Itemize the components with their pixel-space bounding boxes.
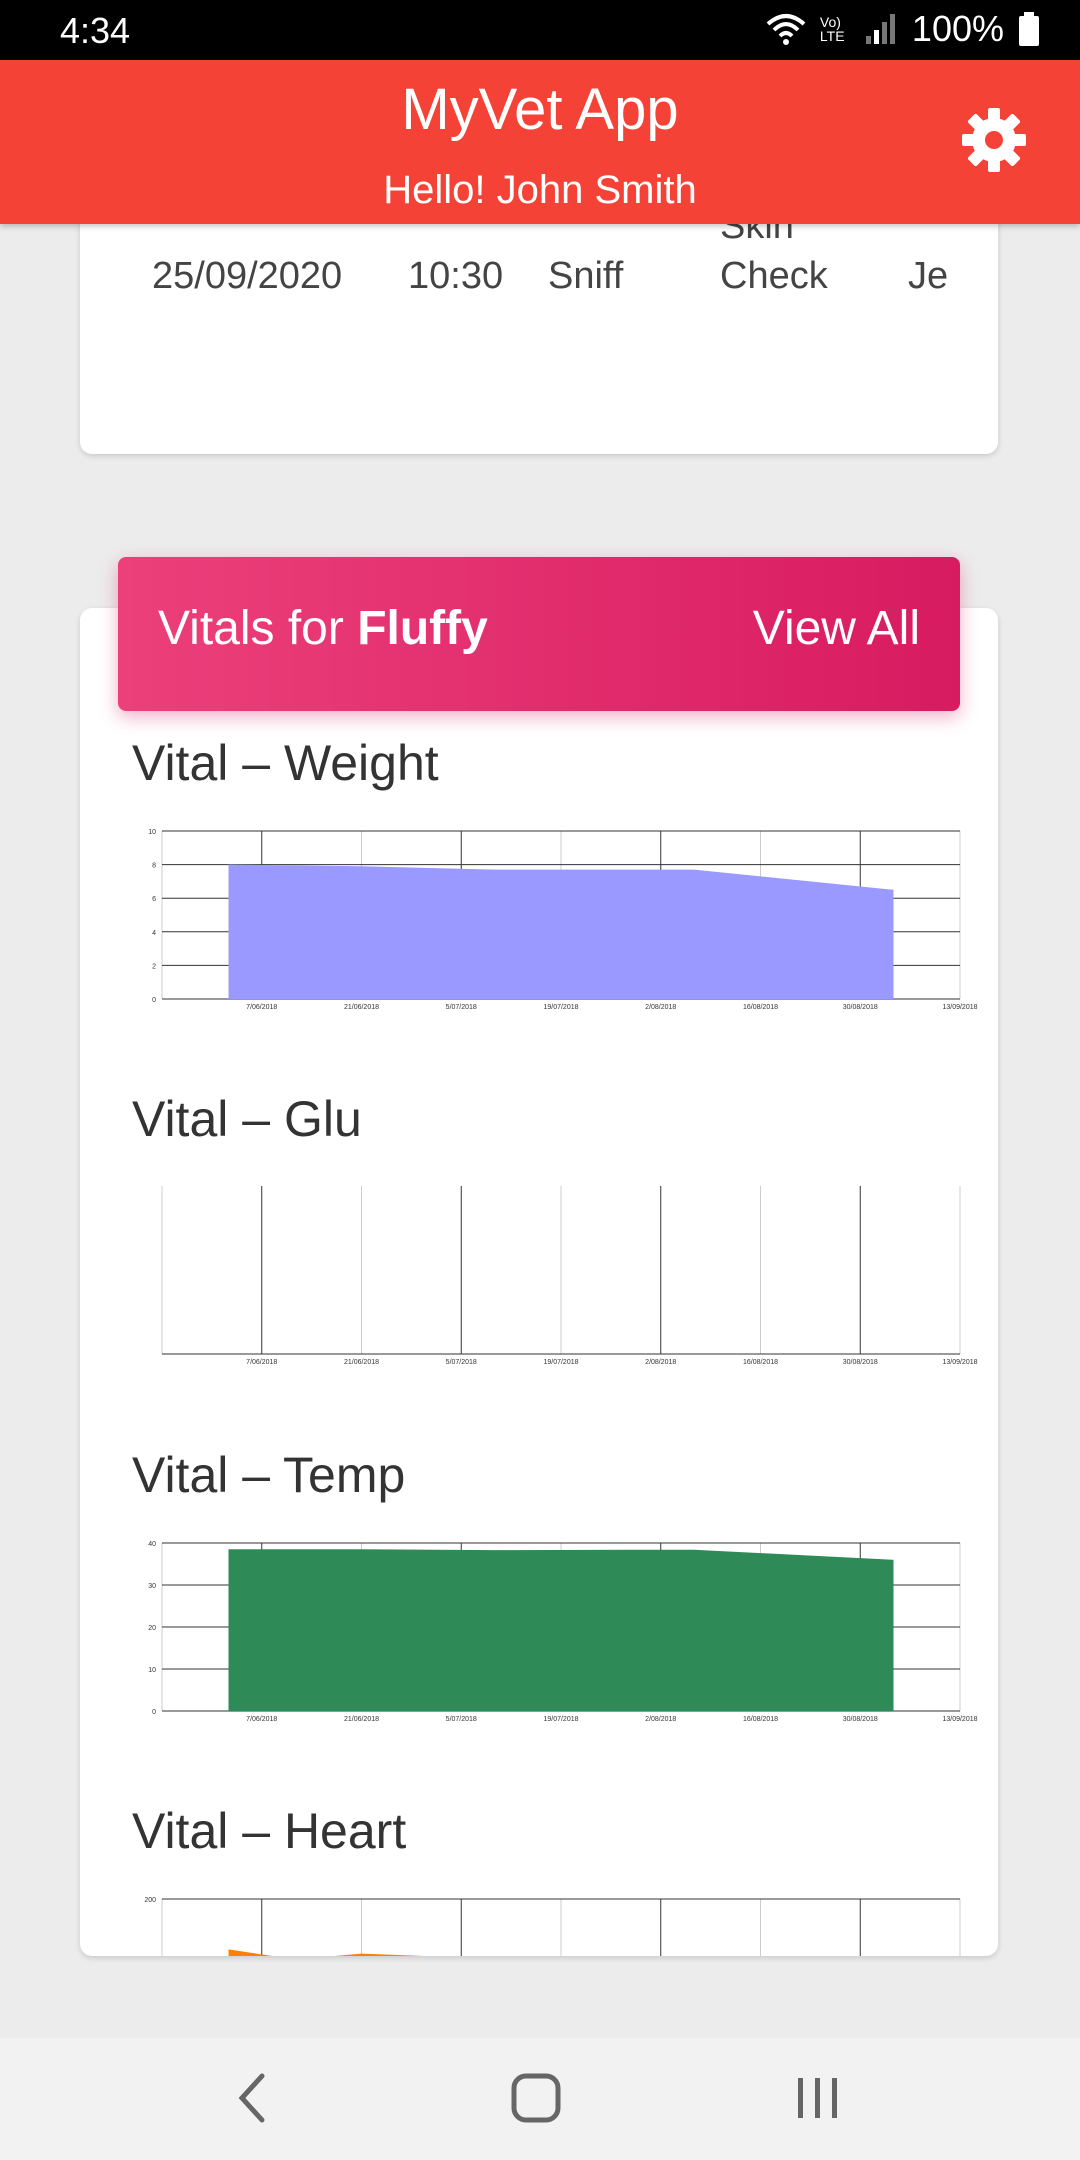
app-header: MyVet App Hello! John Smith [0,60,1080,224]
y-tick-label: 0 [152,997,156,1004]
greeting-text: Hello! John Smith [383,168,697,212]
x-tick-label: 30/08/2018 [843,1716,878,1723]
x-tick-label: 21/06/2018 [344,1004,379,1011]
back-icon[interactable] [224,2068,284,2128]
status-time: 4:34 [60,10,131,51]
battery-percent: 100% [911,8,1004,49]
vital-label: Vital – Heart [132,1803,407,1859]
x-tick-label: 13/09/2018 [942,1716,977,1723]
y-tick-label: 10 [148,1667,156,1674]
x-tick-label: 7/06/2018 [246,1716,277,1723]
x-tick-label: 30/08/2018 [843,1359,878,1366]
recent-apps-icon[interactable] [788,2068,848,2128]
view-all-button[interactable]: View All [753,601,920,656]
weight-chart: 0 2 4 6 8 10 7/06/2018 21/06/2018 5/07/2018 19/07… [148,829,977,1011]
heart-chart: 1002007/06/201821/06/20185/07/201819/07/… [144,1897,961,1956]
x-tick-label: 5/07/2018 [446,1359,477,1366]
vital-label: Vital – Glu [132,1091,362,1147]
vitals-title: Vitals for Fluffy [158,601,488,656]
chart-grid [161,1898,961,1956]
x-tick-label: 5/07/2018 [446,1716,477,1723]
x-tick-label: 16/08/2018 [743,1004,778,1011]
navigation-bar [0,2038,1080,2160]
status-bar: 4:34 Vo) LTE 100% [0,0,1080,60]
x-tick-label: 30/08/2018 [843,1004,878,1011]
series-area [228,864,894,999]
x-tick-label: 13/09/2018 [942,1004,977,1011]
vitals-header: Vitals for Fluffy View All [118,557,960,711]
temp-chart: 0 10 20 30 40 7/06/2018 21/06/2018 5/07/2018 19/… [148,1541,977,1723]
x-tick-label: 7/06/2018 [246,1004,277,1011]
y-tick-label: 8 [152,863,156,870]
x-tick-label: 19/07/2018 [543,1716,578,1723]
appointment-date: 25/09/2020 [152,255,343,297]
vitals-title-prefix: Vitals for [158,602,358,655]
x-tick-label: 13/09/2018 [942,1359,977,1366]
glu-chart: 7/06/2018 21/06/2018 5/07/2018 19/07/2018 2/… [161,1186,978,1366]
x-tick-label: 2/08/2018 [645,1004,676,1011]
wifi-icon [766,14,806,45]
signal-icon [865,14,895,44]
y-tick-label: 30 [148,1583,156,1590]
x-tick-label: 21/06/2018 [344,1716,379,1723]
app-title: MyVet App [401,77,679,142]
lte-icon: Vo) LTE [819,14,845,44]
y-tick-label: 4 [152,930,156,937]
vitals-card: Vital – Weight 0 2 4 6 8 10 7/06/2018 21/06/201… [80,608,998,1956]
battery-icon [1019,12,1039,46]
y-tick-label: 40 [148,1541,156,1548]
x-tick-label: 19/07/2018 [543,1004,578,1011]
x-tick-label: 5/07/2018 [446,1004,477,1011]
y-tick-label: 0 [152,1709,156,1716]
x-tick-label: 16/08/2018 [743,1716,778,1723]
series-area [228,1549,894,1711]
vital-label: Vital – Weight [132,735,439,791]
y-tick-label: 6 [152,896,156,903]
appointment-pet: Sniff [548,255,624,297]
x-tick-label: 2/08/2018 [645,1716,676,1723]
x-tick-label: 21/06/2018 [344,1359,379,1366]
appointment-time: 10:30 [408,255,504,297]
x-tick-label: 19/07/2018 [543,1359,578,1366]
home-icon[interactable] [506,2068,566,2128]
vital-label: Vital – Temp [132,1447,406,1503]
appointment-type-line2: Check [720,255,828,297]
y-tick-label: 10 [148,829,156,836]
appointment-vet: Je [908,255,949,297]
pet-name: Fluffy [357,602,488,655]
x-tick-label: 16/08/2018 [743,1359,778,1366]
y-tick-label: 2 [152,963,156,970]
x-tick-label: 2/08/2018 [645,1359,676,1366]
chart-grid [161,1186,961,1354]
y-tick-label: 200 [144,1897,156,1904]
x-tick-label: 7/06/2018 [246,1359,277,1366]
y-tick-label: 20 [148,1625,156,1632]
gear-icon[interactable] [960,106,1028,174]
